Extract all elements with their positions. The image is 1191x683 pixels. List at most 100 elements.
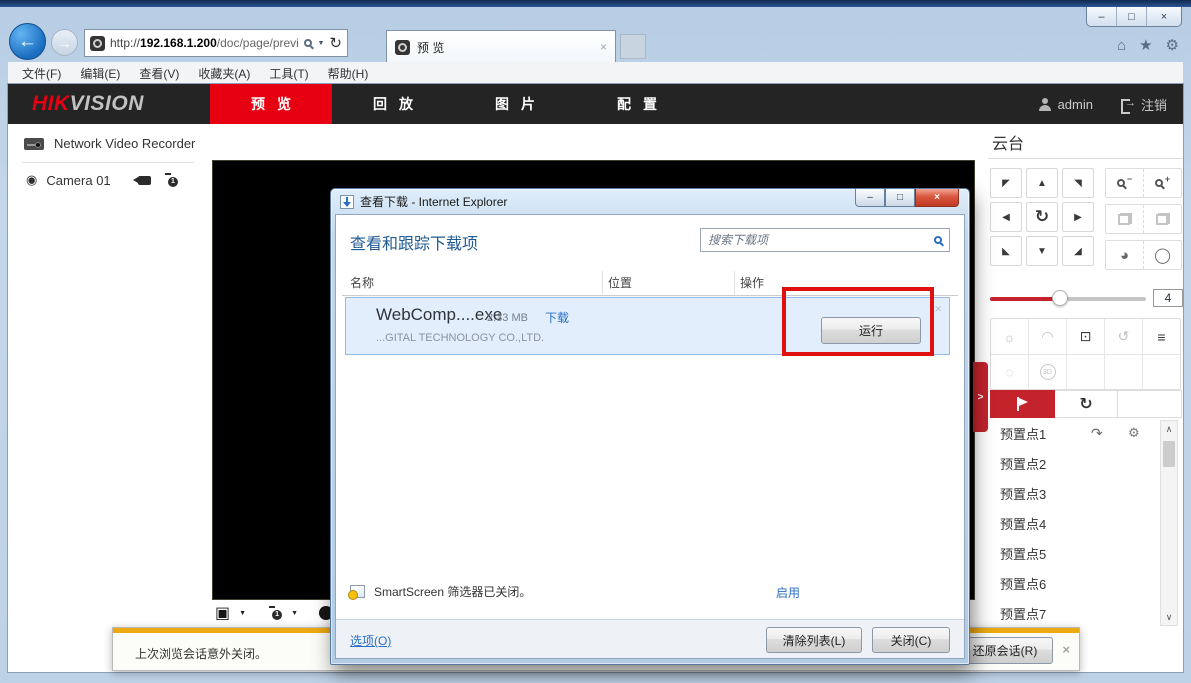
smartscreen-enable-link[interactable]: 启用	[776, 584, 800, 601]
panel-expand-handle[interactable]: >	[973, 362, 988, 432]
favorites-star-icon[interactable]: ★	[1139, 36, 1152, 54]
column-name[interactable]: 名称	[350, 274, 374, 291]
manual-tracking-icon: ◌	[1005, 364, 1013, 380]
layout-dropdown-icon[interactable]: ▼	[239, 610, 246, 617]
empty-cell	[1143, 355, 1180, 389]
channel-1-icon[interactable]: 1	[165, 173, 178, 187]
auxiliary-focus-button[interactable]: ⊡	[1067, 319, 1105, 354]
zoom-out-icon	[1117, 179, 1125, 187]
record-camera-icon[interactable]	[138, 176, 151, 185]
tab-patrol[interactable]: ↻	[1055, 390, 1119, 418]
zoom-3d-button[interactable]: 3D	[1029, 355, 1067, 389]
preset-item-3[interactable]: 预置点3	[990, 478, 1158, 508]
preset-call-icon[interactable]: ↷	[1091, 425, 1103, 442]
zoom-out-button[interactable]: −	[1106, 169, 1144, 197]
tools-gear-icon[interactable]: ⚙	[1166, 36, 1179, 54]
menu-edit[interactable]: 编辑(E)	[80, 65, 120, 82]
download-item-row[interactable]: WebComp....exe 2.33 MB 下载 ...GITAL TECHN…	[345, 297, 950, 355]
preset-item-1[interactable]: 预置点1 ↷ ⚙	[990, 418, 1158, 448]
preset-set-gear-icon[interactable]: ⚙	[1128, 425, 1140, 441]
dialog-close-button[interactable]: ×	[915, 189, 959, 207]
close-dialog-button[interactable]: 关闭(C)	[872, 627, 950, 653]
wiper-button[interactable]: ◠	[1029, 319, 1067, 354]
browser-tab[interactable]: 预 览 ×	[386, 30, 616, 63]
download-location-link[interactable]: 下载	[545, 309, 569, 326]
search-icon[interactable]	[304, 39, 312, 47]
focus-far-button[interactable]	[1144, 205, 1181, 233]
download-search-input[interactable]	[708, 233, 928, 247]
iris-close-button[interactable]: ◕	[1106, 241, 1144, 269]
scroll-up-icon[interactable]: ∧	[1161, 421, 1177, 437]
zoom-in-button[interactable]: +	[1144, 169, 1181, 197]
forward-button[interactable]: →	[51, 29, 78, 56]
ptz-up-left-button[interactable]: ◤	[990, 168, 1022, 198]
ptz-down-left-button[interactable]: ◣	[990, 236, 1022, 266]
ptz-right-button[interactable]: ▶	[1062, 202, 1094, 232]
new-tab-stub[interactable]	[620, 34, 646, 59]
column-actions[interactable]: 操作	[740, 274, 764, 291]
nav-tab-picture[interactable]: 图片	[454, 84, 576, 124]
ptz-auto-scan-button[interactable]: ↻	[1026, 202, 1058, 232]
ptz-up-right-button[interactable]: ◥	[1062, 168, 1094, 198]
scroll-thumb[interactable]	[1163, 441, 1175, 467]
address-bar[interactable]: http://192.168.1.200/doc/page/preview ▼ …	[84, 29, 348, 57]
preset-scrollbar[interactable]: ∧ ∨	[1160, 420, 1178, 626]
column-location[interactable]: 位置	[608, 274, 632, 291]
run-button[interactable]: 运行	[821, 317, 921, 344]
dialog-maximize-button[interactable]: □	[885, 189, 915, 207]
restore-session-button[interactable]: 还原会话(R)	[957, 637, 1053, 664]
manual-tracking-button[interactable]: ◌	[991, 355, 1029, 389]
menu-tools[interactable]: 工具(T)	[269, 65, 308, 82]
preset-item-5[interactable]: 预置点5	[990, 538, 1158, 568]
light-button[interactable]: ☼	[991, 319, 1029, 354]
preset-item-7[interactable]: 预置点7	[990, 598, 1158, 628]
window-close-button[interactable]: ×	[1147, 7, 1181, 26]
back-button[interactable]: ←	[9, 23, 46, 60]
preset-item-6[interactable]: 预置点6	[990, 568, 1158, 598]
menu-help[interactable]: 帮助(H)	[328, 65, 369, 82]
options-link[interactable]: 选项(O)	[350, 632, 391, 649]
layout-icon[interactable]: ▣	[215, 603, 230, 623]
ptz-down-button[interactable]: ▼	[1026, 236, 1058, 266]
focus-near-button[interactable]	[1106, 205, 1144, 233]
remove-download-icon[interactable]: ×	[934, 301, 942, 316]
ptz-speed-value[interactable]: 4	[1153, 289, 1183, 307]
sidebar-device[interactable]: Network Video Recorder	[24, 136, 195, 151]
lens-init-button[interactable]: ↺	[1105, 319, 1143, 354]
tab-close-icon[interactable]: ×	[600, 40, 607, 54]
window-maximize-button[interactable]: □	[1117, 7, 1147, 26]
stream-dropdown-icon[interactable]: ▼	[291, 610, 298, 617]
refresh-icon[interactable]: ↻	[329, 34, 342, 52]
slider-thumb[interactable]	[1052, 290, 1068, 306]
notification-close-icon[interactable]: ×	[1062, 642, 1070, 657]
search-magnifier-icon[interactable]	[934, 236, 942, 244]
nav-tab-preview[interactable]: 预览	[210, 84, 332, 124]
dialog-minimize-button[interactable]: –	[855, 189, 885, 207]
nav-tab-configuration[interactable]: 配置	[576, 84, 698, 124]
tab-presets[interactable]	[990, 390, 1055, 418]
scroll-down-icon[interactable]: ∨	[1161, 609, 1177, 625]
window-top-edge	[0, 0, 1191, 7]
address-dropdown-icon[interactable]: ▼	[317, 40, 324, 47]
username: admin	[1058, 97, 1093, 112]
clear-list-button[interactable]: 清除列表(L)	[766, 627, 862, 653]
ptz-left-button[interactable]: ◀	[990, 202, 1022, 232]
logout-button[interactable]: 注销	[1121, 95, 1167, 114]
sidebar-camera-01[interactable]: ◉ Camera 01	[26, 172, 111, 188]
tab-empty	[1118, 390, 1182, 418]
nav-tab-playback[interactable]: 回放	[332, 84, 454, 124]
menu-view[interactable]: 查看(V)	[139, 65, 179, 82]
preset-item-4[interactable]: 预置点4	[990, 508, 1158, 538]
menu-favorites[interactable]: 收藏夹(A)	[198, 65, 250, 82]
menu-button[interactable]: ≡	[1143, 319, 1180, 354]
window-minimize-button[interactable]: –	[1087, 7, 1117, 26]
stream-type-icon[interactable]: 1	[269, 606, 282, 620]
preset-item-2[interactable]: 预置点2	[990, 448, 1158, 478]
ptz-down-right-button[interactable]: ◢	[1062, 236, 1094, 266]
ptz-up-button[interactable]: ▲	[1026, 168, 1058, 198]
iris-open-button[interactable]: ◯	[1144, 241, 1181, 269]
slider-track[interactable]	[990, 297, 1146, 301]
home-icon[interactable]: ⌂	[1117, 37, 1126, 54]
user-area: admin 注销	[1038, 84, 1167, 124]
menu-file[interactable]: 文件(F)	[22, 65, 61, 82]
